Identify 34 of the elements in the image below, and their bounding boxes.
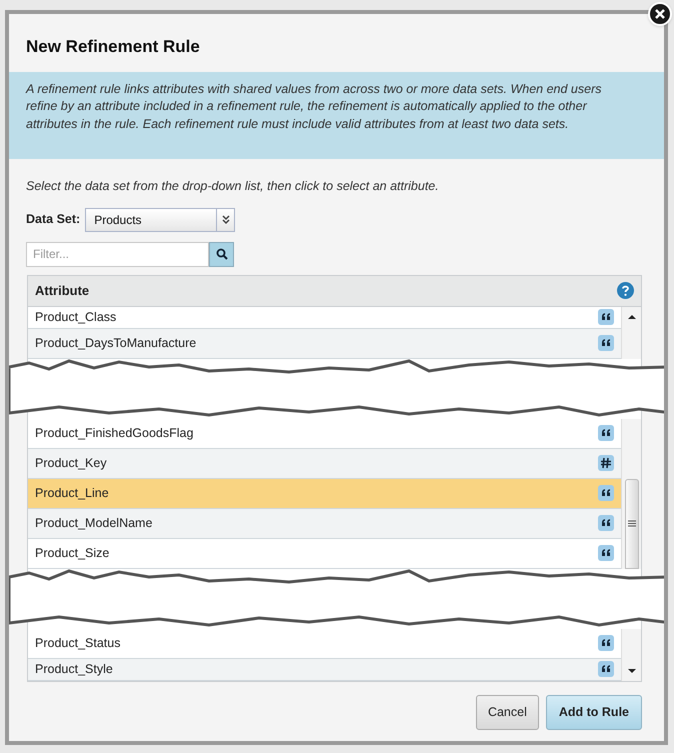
- search-icon: [216, 248, 228, 260]
- quote-icon: [598, 515, 614, 532]
- grip-icon: [628, 520, 636, 528]
- close-icon: [655, 9, 665, 19]
- scroll-down-icon[interactable]: [626, 666, 636, 675]
- attribute-row[interactable]: Product_Key: [28, 448, 621, 479]
- attribute-row[interactable]: Product_ModelName: [28, 508, 621, 539]
- instruction-text: Select the data set from the drop-down list, then click to select an attribute.: [25, 178, 440, 195]
- double-chevron-icon: [222, 214, 230, 225]
- attribute-row[interactable]: Product_Line: [28, 478, 621, 509]
- quote-icon: [598, 335, 614, 352]
- help-icon[interactable]: [617, 282, 634, 300]
- add-to-rule-button[interactable]: Add to Rule: [546, 694, 642, 730]
- close-button[interactable]: [648, 2, 672, 26]
- attribute-row[interactable]: Product_DaysToManufacture: [28, 328, 621, 359]
- quote-icon: [598, 545, 614, 562]
- quote-icon: [598, 425, 614, 442]
- cancel-button[interactable]: Cancel: [476, 694, 539, 730]
- scroll-up-icon[interactable]: [626, 312, 636, 321]
- data-set-label: Data Set:: [26, 211, 80, 228]
- dialog-title: New Refinement Rule: [25, 36, 201, 58]
- data-set-dropdown[interactable]: Products: [85, 208, 236, 232]
- scrollbar-thumb[interactable]: [624, 478, 638, 569]
- attribute-row[interactable]: Product_Class: [28, 306, 621, 329]
- info-banner: A refinement rule links attributes with shared values from across two or more data sets. When end users refine by an attribute included in a refinement rule, the refinement is automatically applied to the other attributes in the rule. Each refinement rule must include valid attributes from at least two data sets.: [9, 72, 664, 159]
- filter-field[interactable]: Filter...: [26, 242, 209, 267]
- quote-icon: [598, 309, 614, 326]
- quote-icon: [598, 635, 614, 652]
- search-button[interactable]: [209, 242, 234, 267]
- hash-icon: [598, 455, 614, 472]
- attribute-row[interactable]: Product_Style: [28, 658, 621, 681]
- quote-icon: [598, 661, 614, 678]
- quote-icon: [598, 485, 614, 502]
- column-header: Attribute: [35, 282, 90, 300]
